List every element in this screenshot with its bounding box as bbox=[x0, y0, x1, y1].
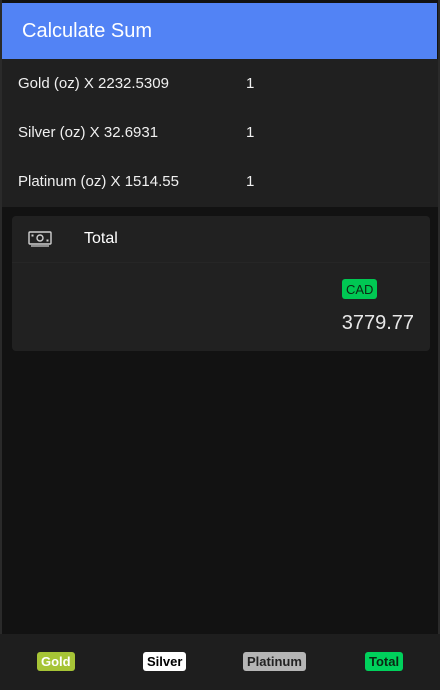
nav-platinum-button[interactable]: Platinum bbox=[243, 652, 306, 671]
metal-list: Gold (oz) X 2232.5309 1 Silver (oz) X 32… bbox=[2, 59, 438, 207]
cash-icon bbox=[28, 230, 52, 248]
metal-row-gold[interactable]: Gold (oz) X 2232.5309 1 bbox=[2, 59, 438, 108]
app-header: Calculate Sum bbox=[2, 3, 437, 59]
metal-row-silver[interactable]: Silver (oz) X 32.6931 1 bbox=[2, 108, 438, 157]
currency-badge: CAD bbox=[342, 279, 378, 299]
total-card-header: Total bbox=[12, 216, 430, 263]
metal-quantity[interactable]: 1 bbox=[246, 75, 254, 92]
metal-label: Platinum (oz) X 1514.55 bbox=[18, 173, 179, 190]
nav-gold-button[interactable]: Gold bbox=[37, 652, 75, 671]
metal-row-platinum[interactable]: Platinum (oz) X 1514.55 1 bbox=[2, 157, 438, 206]
total-card: Total CAD 3779.77 bbox=[12, 216, 430, 351]
nav-silver-button[interactable]: Silver bbox=[143, 652, 187, 671]
metal-quantity[interactable]: 1 bbox=[246, 173, 254, 190]
metal-label: Gold (oz) X 2232.5309 bbox=[18, 75, 169, 92]
nav-total-button[interactable]: Total bbox=[365, 652, 404, 671]
metal-label: Silver (oz) X 32.6931 bbox=[18, 124, 159, 141]
total-value: 3779.77 bbox=[341, 312, 414, 334]
bottom-navigation: Gold Silver Platinum Total bbox=[0, 634, 440, 690]
page-title: Calculate Sum bbox=[22, 19, 153, 42]
total-label: Total bbox=[84, 230, 118, 247]
metal-quantity[interactable]: 1 bbox=[246, 124, 254, 141]
